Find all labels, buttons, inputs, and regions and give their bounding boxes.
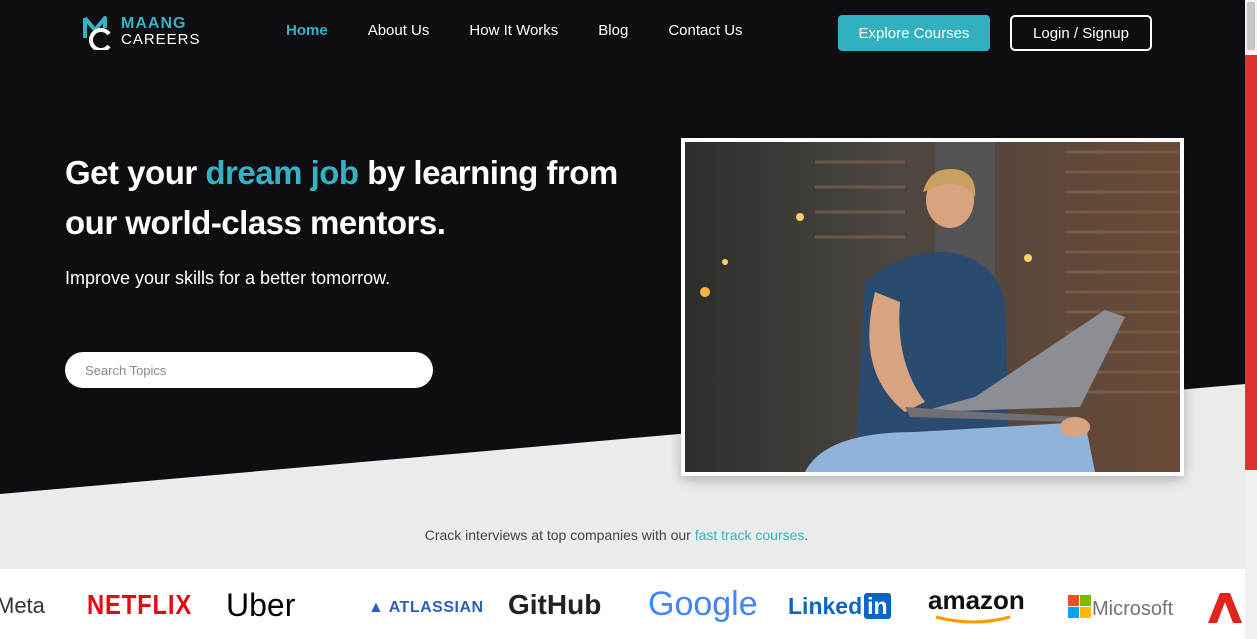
amazon-name: amazon bbox=[928, 585, 1025, 615]
nav-contact-us[interactable]: Contact Us bbox=[668, 22, 742, 39]
brand-mark-icon bbox=[83, 16, 111, 50]
brand-line2: CAREERS bbox=[121, 31, 201, 48]
google-logo: Google bbox=[648, 585, 758, 623]
nav-blog[interactable]: Blog bbox=[598, 22, 628, 39]
microsoft-logo: Microsoft bbox=[1068, 595, 1173, 621]
linkedin-logo: Linked in bbox=[788, 593, 891, 620]
tagline-end: . bbox=[804, 527, 809, 543]
adobe-logo bbox=[1208, 593, 1242, 628]
main-nav: Home About Us How It Works Blog Contact … bbox=[286, 22, 783, 39]
microsoft-icon bbox=[1068, 595, 1091, 618]
headline-accent: dream job bbox=[205, 154, 359, 191]
brand-line1: MAANG bbox=[121, 15, 187, 32]
nav-how-it-works[interactable]: How It Works bbox=[469, 22, 558, 39]
brand-name: MAANG CAREERS bbox=[121, 16, 201, 48]
amazon-logo: amazon bbox=[928, 585, 1025, 624]
atlassian-icon: ▲ bbox=[368, 599, 389, 616]
student-with-laptop-image bbox=[685, 142, 1180, 472]
github-logo: GitHub bbox=[508, 589, 602, 620]
atlassian-logo: ▲ ATLASSIAN bbox=[368, 599, 484, 617]
headline-part1: Get your bbox=[65, 154, 206, 191]
login-signup-button[interactable]: Login / Signup bbox=[1010, 15, 1152, 51]
fast-track-courses-link[interactable]: fast track courses bbox=[695, 527, 805, 543]
nav-about-us[interactable]: About Us bbox=[368, 22, 430, 39]
scrollbar-thumb[interactable] bbox=[1247, 2, 1255, 50]
atlassian-name: ATLASSIAN bbox=[388, 599, 484, 616]
company-logos-strip: Meta NETFLIX Uber ▲ ATLASSIAN GitHub Goo… bbox=[0, 569, 1245, 639]
hero-image bbox=[681, 138, 1184, 476]
adobe-icon bbox=[1208, 593, 1242, 623]
tagline: Crack interviews at top companies with o… bbox=[0, 527, 1233, 543]
explore-courses-button[interactable]: Explore Courses bbox=[838, 15, 990, 51]
brand-logo[interactable]: MAANG CAREERS bbox=[83, 14, 201, 50]
amazon-smile-icon bbox=[935, 615, 1011, 624]
linkedin-name: Linked bbox=[788, 593, 863, 619]
decorative-stripe bbox=[1245, 55, 1257, 470]
microsoft-name: Microsoft bbox=[1092, 598, 1174, 620]
search-input[interactable] bbox=[65, 352, 433, 388]
nav-home[interactable]: Home bbox=[286, 22, 328, 39]
netflix-logo: NETFLIX bbox=[87, 589, 193, 620]
meta-logo: Meta bbox=[0, 593, 45, 618]
tagline-text: Crack interviews at top companies with o… bbox=[424, 527, 695, 543]
linkedin-badge: in bbox=[864, 593, 891, 619]
hero-headline: Get your dream job by learning from our … bbox=[65, 148, 665, 248]
hero-subheading: Improve your skills for a better tomorro… bbox=[65, 268, 391, 288]
uber-logo: Uber bbox=[226, 587, 296, 623]
